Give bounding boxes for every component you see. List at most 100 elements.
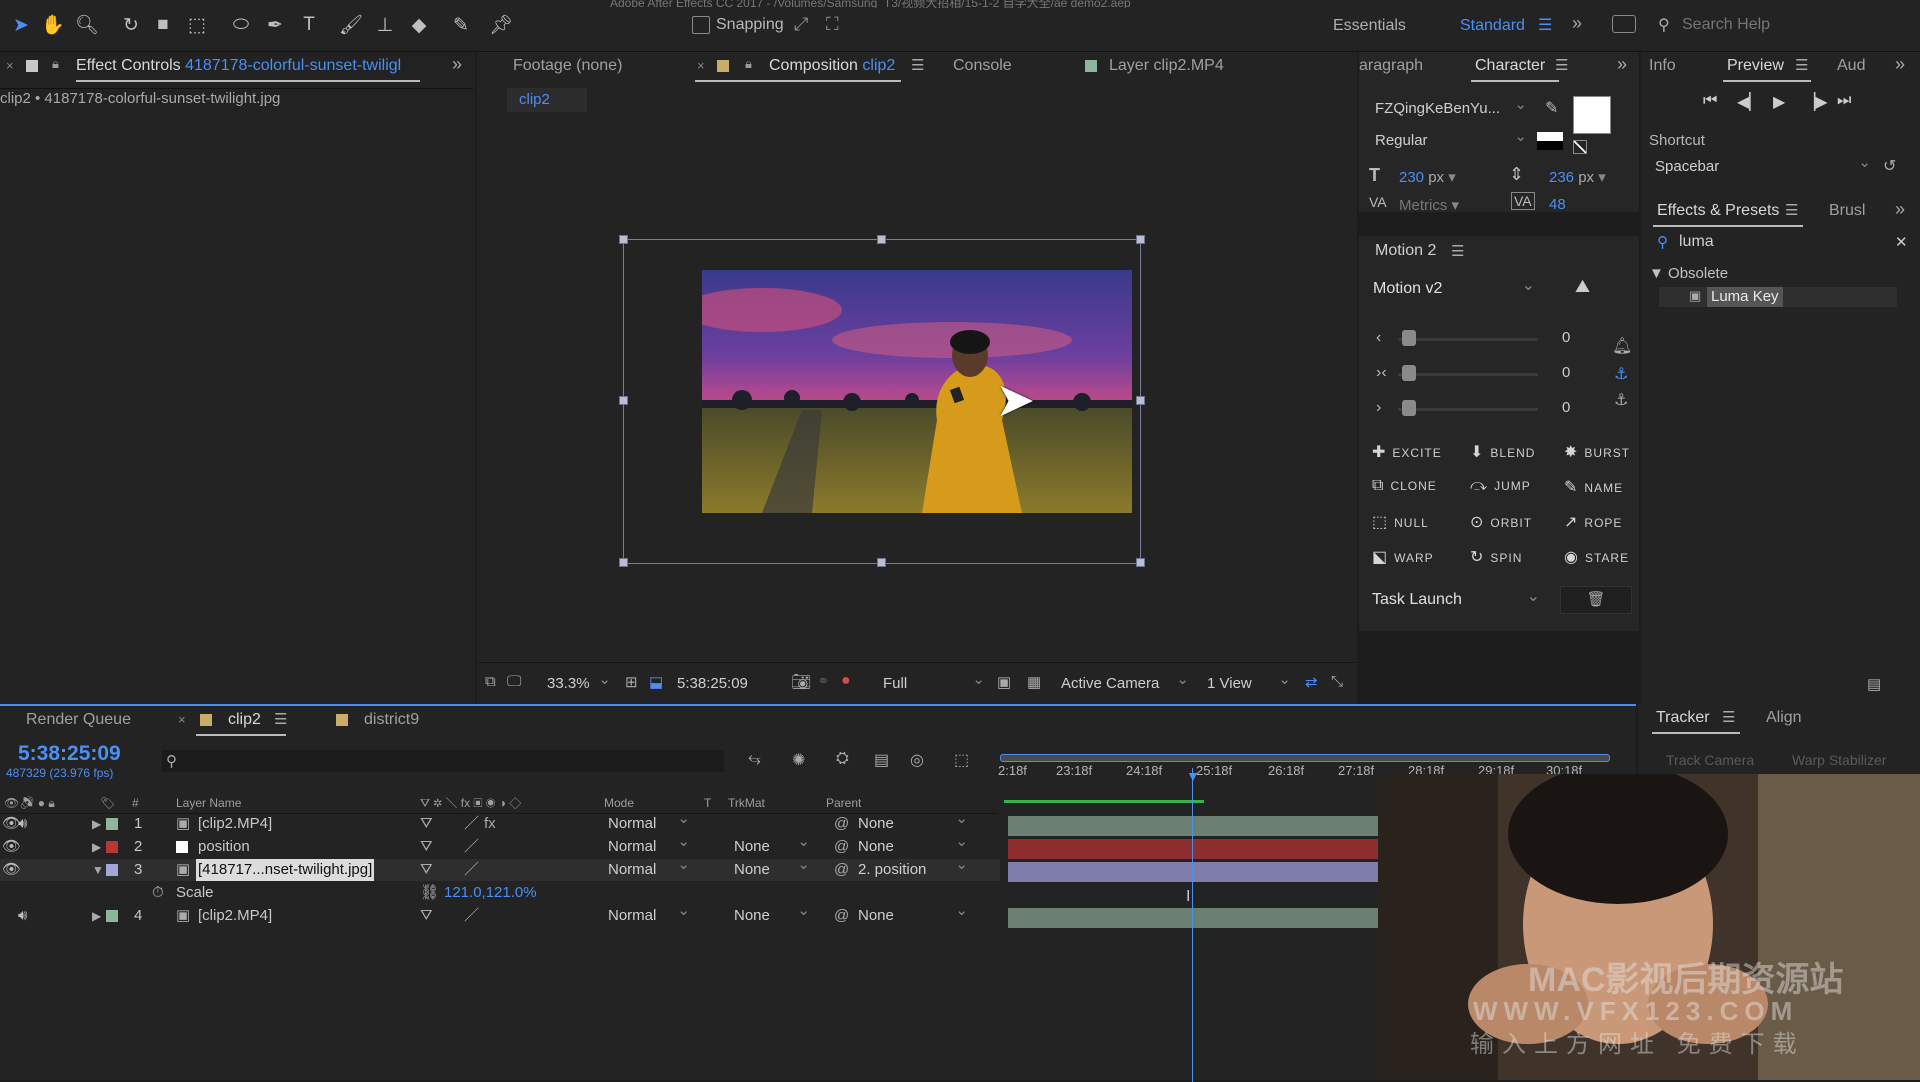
panel-menu-icon[interactable]: ☰ [1451,242,1464,260]
transform-handle[interactable] [619,558,628,567]
tab-render-queue[interactable]: Render Queue [26,706,131,734]
play-icon[interactable]: ▶ [1773,92,1785,112]
type-tool-icon[interactable]: T [296,12,322,38]
layer-name[interactable]: [clip2.MP4] [198,905,272,927]
layer-label-swatch[interactable] [106,910,118,922]
layer-name-column-header[interactable]: Layer Name [176,792,241,814]
table-row[interactable]: 🔊︎ ▶ 4 ▣ [clip2.MP4] ⛛ ／ Normal None @ N… [0,900,1000,927]
close-tab-icon[interactable]: × [6,58,14,73]
expand-triangle-icon[interactable]: ▶ [92,836,101,858]
parent-dropdown[interactable]: 2. position [858,854,968,881]
effects-search-input[interactable] [1679,231,1879,253]
table-row[interactable]: 👁︎ ▶ 2 position ⛛ ／ Normal None @ None [0,831,1000,858]
pick-whip-icon[interactable]: @ [834,905,849,927]
transparency-grid-icon[interactable]: ▦ [1027,673,1041,691]
motion-blur-icon[interactable]: ◎ [910,750,924,770]
transform-handle[interactable] [1136,396,1145,405]
reset-icon[interactable]: ↺ [1883,156,1896,176]
layer-2-bar[interactable] [1008,839,1378,859]
panel-menu-icon[interactable]: ☰ [1795,56,1808,74]
spin-button[interactable]: ↻ SPIN [1470,547,1522,567]
layer-bounding-box[interactable] [623,239,1141,564]
anchor-icon[interactable]: ⚓︎ [1614,390,1628,410]
tab-align[interactable]: Align [1766,704,1802,732]
motion-slider-2-knob[interactable] [1402,365,1416,381]
blend-mode-dropdown[interactable]: Normal [608,900,690,927]
pick-whip-icon[interactable]: @ [834,813,849,835]
camera-tool-icon[interactable]: ■ [150,12,176,38]
brush-tool-icon[interactable]: 🖌︎ [338,12,364,38]
font-size-field[interactable]: 230 px ▾ [1399,168,1456,186]
lock-icon[interactable]: 🔒︎ [52,56,59,72]
snapping-checkbox[interactable] [692,16,710,34]
channel-icon[interactable]: ● [841,672,851,690]
shy-switch-icon[interactable]: ⛛ [420,859,433,881]
shy-switch-icon[interactable]: ⛛ [420,836,433,858]
search-help-input[interactable] [1682,14,1902,36]
excite-button[interactable]: ✚ EXCITE [1372,442,1442,462]
toggle-pixel-icon[interactable]: ⇄ [1305,673,1318,691]
motion-graph-icon[interactable]: ⛰ [1575,276,1590,297]
first-frame-icon[interactable]: ⏮ [1703,92,1717,110]
shy-switch-icon[interactable]: ⛛ [420,905,433,927]
constrain-link-icon[interactable]: ⛓︎ [420,882,439,904]
clone-button[interactable]: ⧉ CLONE [1372,477,1437,495]
reset-exposure-icon[interactable]: ⤡ [1331,673,1343,690]
layer-label-swatch[interactable] [106,864,118,876]
font-family-dropdown[interactable]: FZQingKeBenYu... [1375,95,1527,117]
obsolete-group[interactable]: ▼ Obsolete [1649,265,1728,282]
tab-clip2[interactable]: clip2 [228,706,261,734]
expand-triangle-icon[interactable]: ▶ [92,905,101,927]
motion-slider-2[interactable] [1398,373,1538,376]
layer-label-swatch[interactable] [106,841,118,853]
region-of-interest-icon[interactable]: ▣ [997,673,1011,691]
shy-switch-icon[interactable]: ⛛ [420,813,433,835]
playhead-line[interactable] [1192,768,1193,1082]
tracking-field[interactable]: 48 [1549,196,1566,213]
null-button[interactable]: ⬚ NULL [1372,512,1429,532]
tab-footage[interactable]: Footage (none) [513,52,622,80]
blend-mode-dropdown[interactable]: Normal [608,854,690,881]
panel-menu-icon[interactable]: ☰ [911,56,924,74]
workspace-essentials[interactable]: Essentials [1333,17,1406,35]
composition-breadcrumb[interactable]: clip2 [507,88,587,112]
ellipse-tool-icon[interactable]: ⬭ [228,12,254,38]
warp-button[interactable]: ⬕ WARP [1372,547,1434,567]
trash-icon[interactable]: 🗑︎ [1560,586,1632,614]
hand-tool-icon[interactable]: ✋ [40,12,66,38]
anchor-link-icon[interactable]: ⚓︎ [1614,364,1628,384]
work-area-bar[interactable] [1000,754,1610,762]
kerning-field[interactable]: Metrics ▾ [1399,196,1459,214]
tab-info[interactable]: Info [1649,52,1676,80]
stopwatch-icon[interactable]: ⏱︎ [152,882,164,904]
warp-stabilizer-button[interactable]: Warp Stabilizer [1792,752,1886,768]
layer-4-bar[interactable] [1008,908,1378,928]
workspace-overflow-icon[interactable]: » [1572,13,1582,34]
layer-name[interactable]: [clip2.MP4] [198,813,272,835]
last-frame-icon[interactable]: ⏭ [1837,92,1851,110]
new-item-icon[interactable]: ▤ [1867,675,1881,693]
roto-brush-tool-icon[interactable]: ✎ [448,12,474,38]
motion-slider-3-value[interactable]: 0 [1562,399,1570,416]
scale-value[interactable]: 121.0,121.0% [444,882,537,904]
tab-preview[interactable]: Preview [1727,52,1784,80]
tab-character[interactable]: Character [1475,52,1545,80]
clone-stamp-tool-icon[interactable]: ⊥ [372,12,398,38]
panel-overflow-icon[interactable]: » [1895,199,1905,220]
shortcut-dropdown[interactable]: Spacebar [1655,153,1871,175]
rope-button[interactable]: ↗ ROPE [1564,512,1622,532]
blend-mode-dropdown[interactable]: Normal [608,831,690,858]
leading-field[interactable]: 236 px ▾ [1549,168,1606,186]
pick-whip-icon[interactable]: @ [834,859,849,881]
transform-handle[interactable] [877,235,886,244]
camera-dropdown[interactable]: Active Camera [1061,670,1189,692]
eraser-tool-icon[interactable]: ◆ [406,12,432,38]
snap-grid-icon[interactable]: ⛶ [826,14,839,35]
motion-slider-1-value[interactable]: 0 [1562,329,1570,346]
expand-triangle-icon[interactable]: ▶ [92,813,101,835]
motion-slider-3[interactable] [1398,408,1538,411]
previous-frame-icon[interactable]: ◀▏ [1737,92,1762,112]
frame-blending-icon[interactable]: ▤ [874,750,889,770]
close-tab-icon[interactable]: × [178,712,186,727]
transform-handle[interactable] [619,396,628,405]
